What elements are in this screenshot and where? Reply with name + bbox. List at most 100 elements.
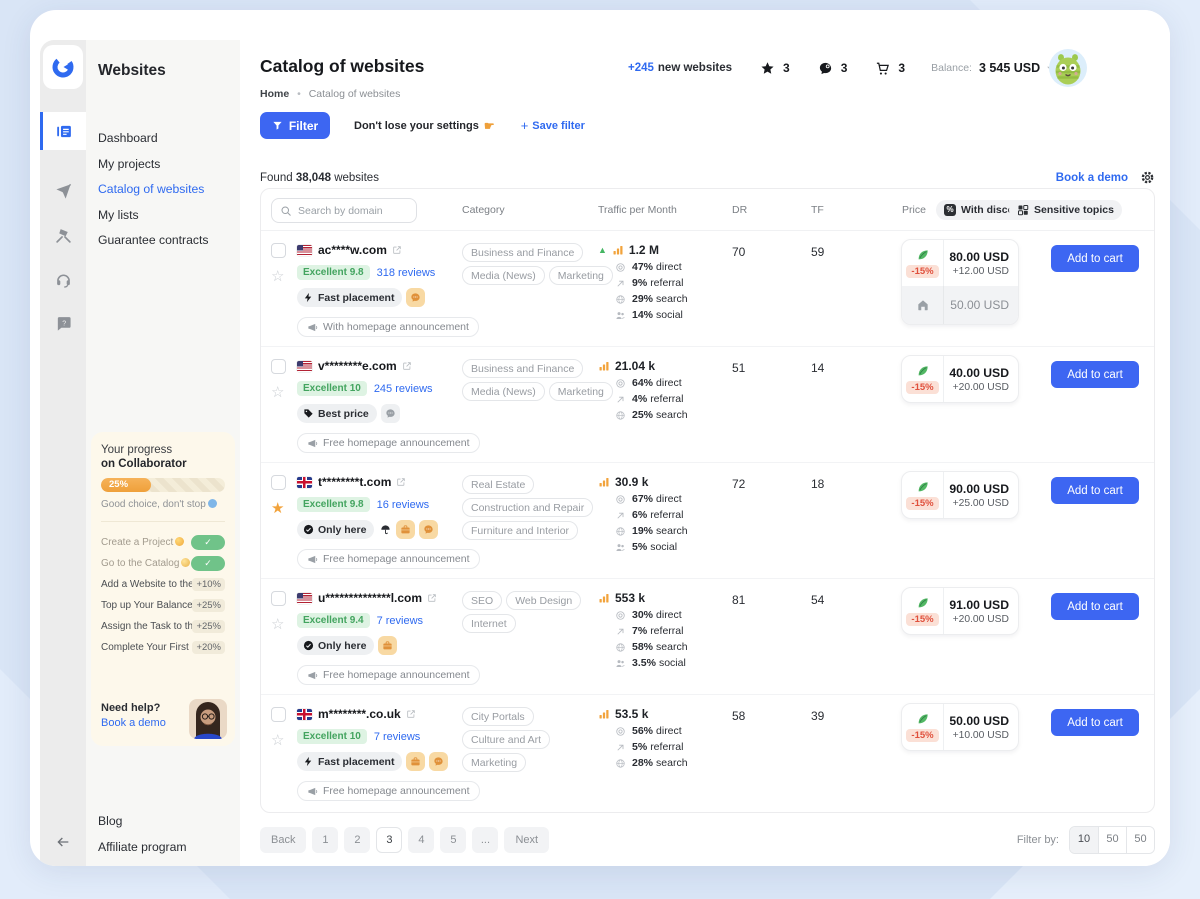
task-done-button[interactable]: ✓ bbox=[191, 556, 225, 571]
progress-task: Create a Project✓ bbox=[101, 532, 225, 553]
collapse-sidebar-button[interactable] bbox=[40, 834, 86, 850]
row-checkbox[interactable] bbox=[271, 707, 286, 722]
rail-item-projects[interactable] bbox=[40, 172, 86, 210]
category-pill[interactable]: Business and Finance bbox=[462, 359, 583, 378]
external-link-icon[interactable] bbox=[427, 593, 437, 603]
category-pill[interactable]: City Portals bbox=[462, 707, 534, 726]
domain-name[interactable]: u**************l.com bbox=[318, 591, 422, 605]
briefcase-icon bbox=[382, 640, 393, 651]
progress-task-label: Top up Your Balance bbox=[101, 600, 192, 611]
rail-item-support[interactable] bbox=[40, 260, 86, 298]
affiliate-program-link[interactable]: Affiliate program bbox=[98, 834, 187, 860]
page-2-button[interactable]: 2 bbox=[344, 827, 370, 853]
add-to-cart-button[interactable]: Add to cart bbox=[1051, 593, 1139, 620]
gear-icon[interactable] bbox=[1140, 170, 1155, 185]
price-value: 80.00 USD bbox=[949, 250, 1009, 264]
balance-value: 3 545 USD bbox=[979, 61, 1040, 75]
category-pill[interactable]: Marketing bbox=[462, 753, 526, 772]
row-checkbox[interactable] bbox=[271, 591, 286, 606]
messages-counter[interactable]: 3 bbox=[818, 61, 848, 76]
save-filter-button[interactable]: + Save filter bbox=[521, 118, 585, 133]
page-1-button[interactable]: 1 bbox=[312, 827, 338, 853]
category-pill[interactable]: Real Estate bbox=[462, 475, 534, 494]
sidebar-item-my-projects[interactable]: My projects bbox=[98, 152, 208, 178]
favorites-counter[interactable]: 3 bbox=[760, 61, 790, 76]
feature-badge: Only here bbox=[297, 520, 374, 539]
category-pill[interactable]: Furniture and Interior bbox=[462, 521, 578, 540]
traffic-breakdown: 47%direct9%referral29%search14%social bbox=[598, 261, 732, 321]
traffic-pct: 9% bbox=[632, 277, 647, 289]
category-pill[interactable]: Media (News) bbox=[462, 266, 545, 285]
page-size-50a[interactable]: 50 bbox=[1098, 827, 1126, 853]
add-to-cart-button[interactable]: Add to cart bbox=[1051, 477, 1139, 504]
sidebar-item-guarantee-contracts[interactable]: Guarantee contracts bbox=[98, 228, 208, 254]
traffic-label: social bbox=[656, 309, 683, 321]
divider bbox=[101, 521, 225, 522]
sensitive-topics-toggle[interactable]: Sensitive topics bbox=[1009, 200, 1122, 220]
blog-link[interactable]: Blog bbox=[98, 808, 187, 834]
category-pill[interactable]: SEO bbox=[462, 591, 502, 610]
favorite-star-icon[interactable]: ★ bbox=[271, 501, 284, 516]
sidebar-item-my-lists[interactable]: My lists bbox=[98, 203, 208, 229]
favorite-star-icon[interactable]: ☆ bbox=[271, 385, 284, 400]
page-5-button[interactable]: 5 bbox=[440, 827, 466, 853]
external-link-icon[interactable] bbox=[396, 477, 406, 487]
favorite-star-icon[interactable]: ☆ bbox=[271, 269, 284, 284]
category-pill[interactable]: Business and Finance bbox=[462, 243, 583, 262]
domain-name[interactable]: t********t.com bbox=[318, 475, 391, 489]
back-button[interactable]: Back bbox=[260, 827, 306, 853]
traffic-pct: 29% bbox=[632, 293, 653, 305]
external-link-icon[interactable] bbox=[392, 245, 402, 255]
row-checkbox[interactable] bbox=[271, 359, 286, 374]
collaborator-logo[interactable] bbox=[43, 45, 83, 89]
category-pill[interactable]: Internet bbox=[462, 614, 516, 633]
reviews-link[interactable]: 16 reviews bbox=[377, 499, 430, 511]
page-size-controls: Filter by: 10 50 50 bbox=[1017, 826, 1155, 854]
category-pill[interactable]: Construction and Repair bbox=[462, 498, 593, 517]
task-done-button[interactable]: ✓ bbox=[191, 535, 225, 550]
add-to-cart-button[interactable]: Add to cart bbox=[1051, 361, 1139, 388]
page-size-10[interactable]: 10 bbox=[1070, 827, 1098, 853]
category-pill[interactable]: Web Design bbox=[506, 591, 581, 610]
reviews-link[interactable]: 318 reviews bbox=[377, 267, 436, 279]
category-pill[interactable]: Culture and Art bbox=[462, 730, 550, 749]
reviews-link[interactable]: 7 reviews bbox=[374, 731, 420, 743]
rating-badge: Excellent 9.8 bbox=[297, 497, 370, 512]
table-row: ☆ v********e.com Excellent 10 245 review… bbox=[261, 347, 1154, 463]
breadcrumb-home[interactable]: Home bbox=[260, 88, 289, 100]
page-3-button[interactable]: 3 bbox=[376, 827, 402, 853]
domain-name[interactable]: v********e.com bbox=[318, 359, 397, 373]
add-to-cart-button[interactable]: Add to cart bbox=[1051, 245, 1139, 272]
column-tf: TF bbox=[811, 204, 824, 216]
favorite-star-icon[interactable]: ☆ bbox=[271, 733, 284, 748]
rail-item-faq[interactable]: ? bbox=[40, 304, 86, 342]
domain-name[interactable]: ac****w.com bbox=[318, 243, 387, 257]
breadcrumb: Home • Catalog of websites bbox=[260, 88, 400, 100]
row-checkbox[interactable] bbox=[271, 475, 286, 490]
sidebar-item-dashboard[interactable]: Dashboard bbox=[98, 126, 208, 152]
user-avatar[interactable] bbox=[1048, 48, 1088, 88]
sidebar-item-catalog[interactable]: Catalog of websites bbox=[98, 177, 208, 203]
cart-counter[interactable]: 3 bbox=[875, 61, 905, 76]
favorite-star-icon[interactable]: ☆ bbox=[271, 617, 284, 632]
self-price-value: 50.00 USD bbox=[950, 298, 1009, 312]
page-4-button[interactable]: 4 bbox=[408, 827, 434, 853]
next-button[interactable]: Next bbox=[504, 827, 549, 853]
book-demo-link-top[interactable]: Book a demo bbox=[1056, 172, 1128, 184]
category-pill[interactable]: Media (News) bbox=[462, 382, 545, 401]
rail-item-dashboard[interactable] bbox=[40, 112, 86, 150]
referral-icon bbox=[615, 742, 626, 753]
external-link-icon[interactable] bbox=[402, 361, 412, 371]
row-checkbox[interactable] bbox=[271, 243, 286, 258]
direct-icon bbox=[615, 262, 626, 273]
search-input[interactable] bbox=[298, 205, 408, 217]
pages-ellipsis[interactable]: ... bbox=[472, 827, 498, 853]
reviews-link[interactable]: 7 reviews bbox=[377, 615, 423, 627]
reviews-link[interactable]: 245 reviews bbox=[374, 383, 433, 395]
domain-name[interactable]: m********.co.uk bbox=[318, 707, 401, 721]
rail-item-tools[interactable] bbox=[40, 216, 86, 254]
external-link-icon[interactable] bbox=[406, 709, 416, 719]
add-to-cart-button[interactable]: Add to cart bbox=[1051, 709, 1139, 736]
page-size-50b[interactable]: 50 bbox=[1126, 827, 1154, 853]
filter-button[interactable]: Filter bbox=[260, 112, 330, 139]
